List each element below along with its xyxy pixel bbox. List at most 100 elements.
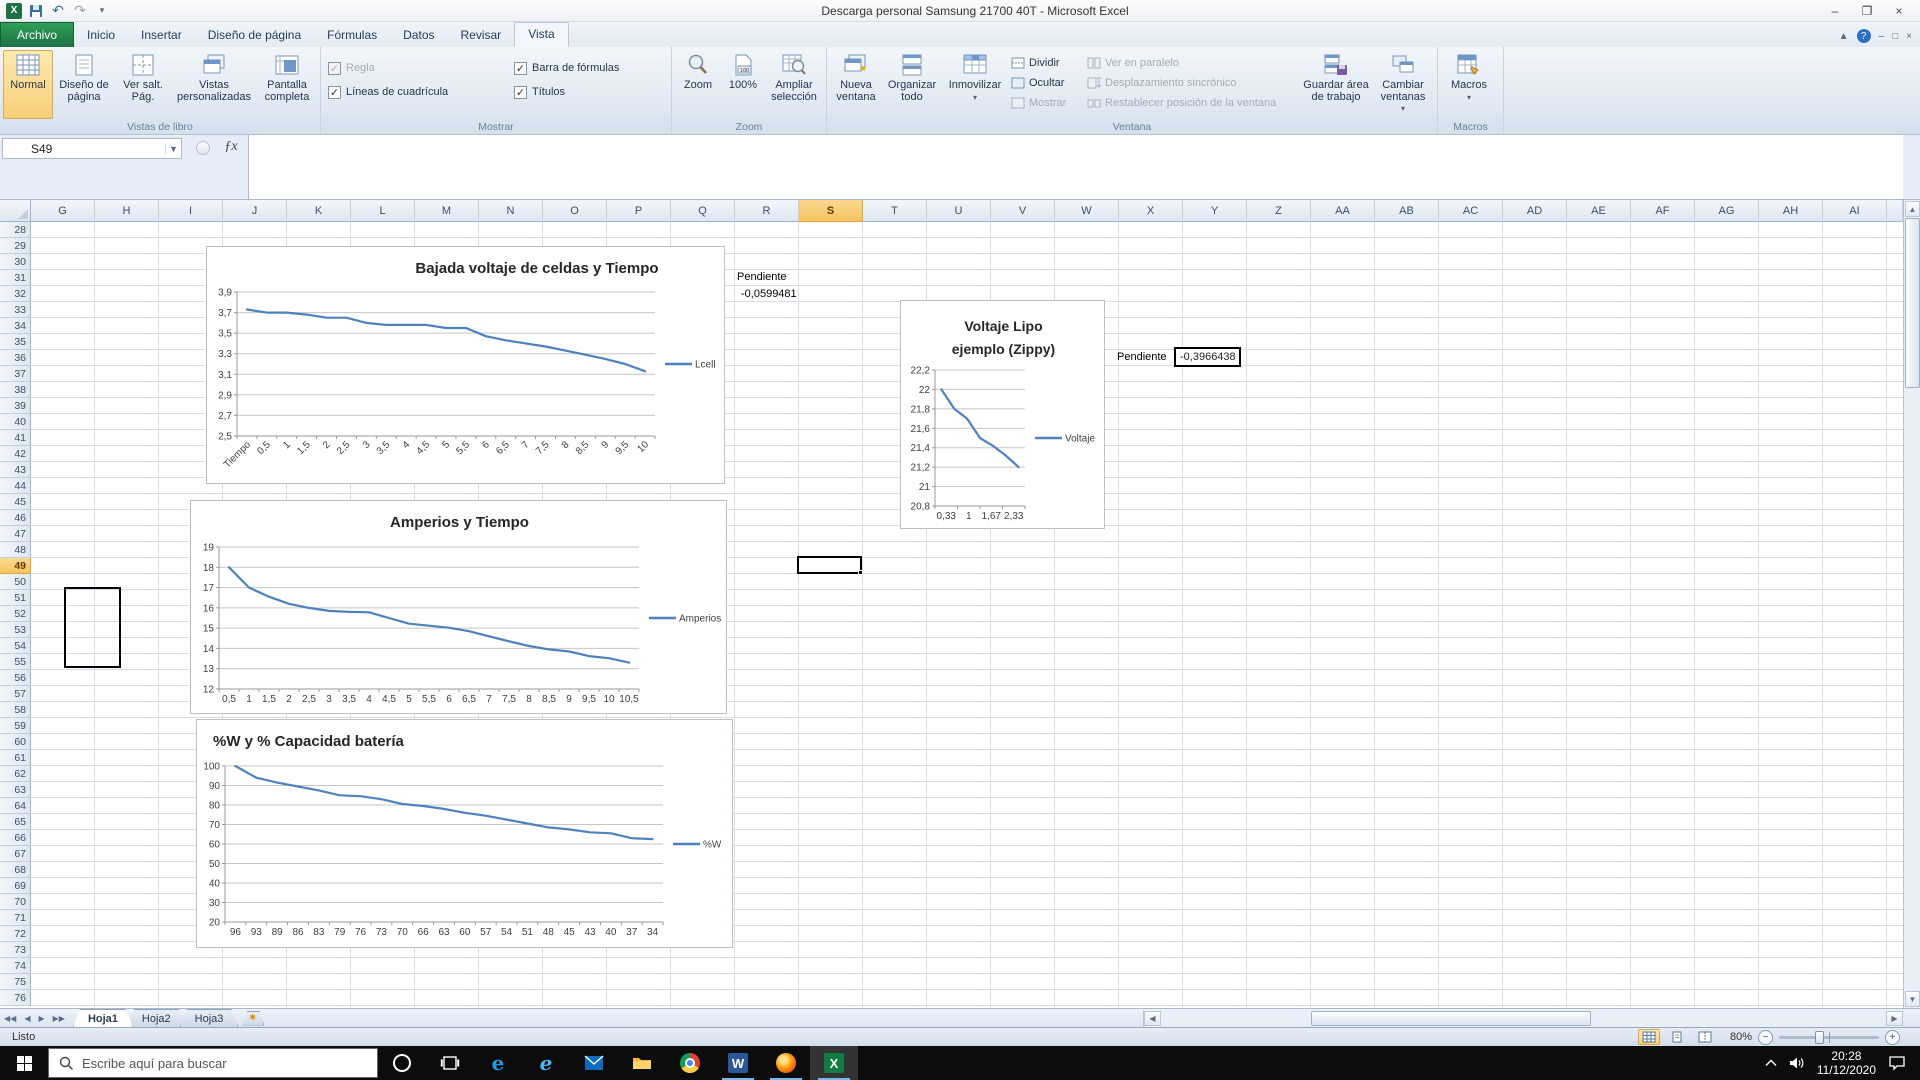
ie-icon[interactable]: e <box>522 1046 570 1080</box>
next-sheet-icon[interactable]: ▶ <box>34 1014 48 1023</box>
vertical-scroll-thumb[interactable] <box>1905 218 1920 388</box>
column-header-M[interactable]: M <box>415 200 479 222</box>
row-header-40[interactable]: 40 <box>0 414 31 430</box>
row-header-60[interactable]: 60 <box>0 734 31 750</box>
freeze-panes-button[interactable]: Inmovilizar ▾ <box>942 50 1008 119</box>
row-header-48[interactable]: 48 <box>0 542 31 558</box>
row-header-37[interactable]: 37 <box>0 366 31 382</box>
name-box[interactable]: S49 ▼ <box>2 138 182 159</box>
namebox-dropdown-icon[interactable]: ▼ <box>165 143 181 154</box>
undo-icon[interactable]: ↶ <box>50 2 66 19</box>
row-header-54[interactable]: 54 <box>0 638 31 654</box>
row-header-47[interactable]: 47 <box>0 526 31 542</box>
page-break-toggle[interactable] <box>1694 1029 1716 1045</box>
column-header-L[interactable]: L <box>351 200 415 222</box>
zoom-in-button[interactable]: + <box>1885 1029 1900 1045</box>
row-header-53[interactable]: 53 <box>0 622 31 638</box>
excel-app-icon[interactable]: X <box>6 2 22 19</box>
scroll-right-icon[interactable]: ▶ <box>1886 1010 1903 1026</box>
column-header-H[interactable]: H <box>95 200 159 222</box>
zoom-slider[interactable] <box>1779 1030 1879 1044</box>
synchronous-scrolling-button[interactable]: Desplazamiento sincrónico <box>1084 73 1300 92</box>
column-header-AA[interactable]: AA <box>1311 200 1375 222</box>
notification-icon[interactable] <box>1888 1055 1906 1071</box>
row-header-58[interactable]: 58 <box>0 702 31 718</box>
tab-f-rmulas[interactable]: Fórmulas <box>314 24 390 47</box>
row-header-33[interactable]: 33 <box>0 302 31 318</box>
start-button[interactable] <box>0 1046 48 1080</box>
firefox-icon[interactable] <box>762 1046 810 1080</box>
taskbar-search-input[interactable]: Escribe aquí para buscar <box>48 1048 378 1078</box>
column-header-U[interactable]: U <box>927 200 991 222</box>
row-header-56[interactable]: 56 <box>0 670 31 686</box>
restore-button[interactable]: ❐ <box>1852 2 1882 20</box>
tray-chevron-icon[interactable] <box>1765 1059 1777 1067</box>
row-header-70[interactable]: 70 <box>0 894 31 910</box>
row-header-52[interactable]: 52 <box>0 606 31 622</box>
excel-icon[interactable]: X <box>810 1046 858 1080</box>
zoom-button[interactable]: Zoom <box>675 50 721 119</box>
edge-icon[interactable]: e <box>474 1046 522 1080</box>
insert-worksheet-tab[interactable] <box>242 1011 264 1026</box>
cell-pendiente2-value[interactable]: -0,3966438 <box>1174 347 1241 367</box>
row-header-39[interactable]: 39 <box>0 398 31 414</box>
tab-dise-o-de-p-gina[interactable]: Diseño de página <box>195 24 314 47</box>
view-side-by-side-button[interactable]: Ver en paralelo <box>1084 53 1300 72</box>
last-sheet-icon[interactable]: ▶▶ <box>49 1014 69 1023</box>
row-header-75[interactable]: 75 <box>0 974 31 990</box>
unhide-button[interactable]: Mostrar <box>1008 93 1084 112</box>
mail-icon[interactable] <box>570 1046 618 1080</box>
column-header-AI[interactable]: AI <box>1823 200 1887 222</box>
bordered-range-G37-G41[interactable] <box>64 587 121 668</box>
column-header-N[interactable]: N <box>479 200 543 222</box>
normal-view-button[interactable]: Normal <box>3 50 53 119</box>
help-icon[interactable]: ? <box>1856 29 1871 43</box>
chart-voltaje-lipo[interactable]: 22,2 22 21,8 21,6 21,4 21,2 21 20,8 0,33 1 1,67 2,3… <box>900 300 1105 529</box>
column-header-G[interactable]: G <box>31 200 95 222</box>
save-icon[interactable] <box>28 3 44 19</box>
scroll-left-icon[interactable]: ◀ <box>1144 1010 1161 1026</box>
column-header-Q[interactable]: Q <box>671 200 735 222</box>
row-header-61[interactable]: 61 <box>0 750 31 766</box>
row-header-64[interactable]: 64 <box>0 798 31 814</box>
row-header-68[interactable]: 68 <box>0 862 31 878</box>
column-header-Z[interactable]: Z <box>1247 200 1311 222</box>
insert-function-button[interactable]: ƒx <box>218 139 244 158</box>
row-header-62[interactable]: 62 <box>0 766 31 782</box>
task-view-icon[interactable] <box>426 1046 474 1080</box>
zoom-selection-button[interactable]: Ampliar selección <box>765 50 823 119</box>
row-header-63[interactable]: 63 <box>0 782 31 798</box>
chart-amperios-tiempo[interactable]: 19 18 17 16 15 14 13 12 0,5 1 1,5 2 2,5 3 3,5 4 4,5 5 5,5 6… <box>190 500 727 714</box>
sheet-tab-hoja2[interactable]: Hoja2 <box>127 1009 186 1027</box>
column-header-AC[interactable]: AC <box>1439 200 1503 222</box>
minimize-ribbon-icon[interactable]: ▲ <box>1839 31 1849 42</box>
close-button[interactable]: × <box>1884 2 1914 20</box>
row-header-32[interactable]: 32 <box>0 286 31 302</box>
selected-cell-S49[interactable] <box>797 556 863 575</box>
row-header-51[interactable]: 51 <box>0 590 31 606</box>
row-header-46[interactable]: 46 <box>0 510 31 526</box>
column-header-AB[interactable]: AB <box>1375 200 1439 222</box>
tab-archivo[interactable]: Archivo <box>0 22 75 47</box>
row-header-69[interactable]: 69 <box>0 878 31 894</box>
row-header-74[interactable]: 74 <box>0 958 31 974</box>
fill-handle[interactable] <box>858 570 863 575</box>
hide-button[interactable]: Ocultar <box>1008 73 1084 92</box>
horizontal-scrollbar[interactable]: ◀ ▶ <box>1143 1009 1903 1027</box>
row-header-50[interactable]: 50 <box>0 574 31 590</box>
column-header-AD[interactable]: AD <box>1503 200 1567 222</box>
row-header-42[interactable]: 42 <box>0 446 31 462</box>
row-header-35[interactable]: 35 <box>0 334 31 350</box>
zoom-out-button[interactable]: − <box>1758 1029 1773 1045</box>
new-window-button[interactable]: Nueva ventana <box>830 50 882 119</box>
checkbox-titulos[interactable]: ✓ Títulos <box>514 85 664 99</box>
row-header-65[interactable]: 65 <box>0 814 31 830</box>
row-header-72[interactable]: 72 <box>0 926 31 942</box>
row-header-67[interactable]: 67 <box>0 846 31 862</box>
row-header-30[interactable]: 30 <box>0 254 31 270</box>
row-header-71[interactable]: 71 <box>0 910 31 926</box>
cortana-icon[interactable] <box>378 1046 426 1080</box>
row-header-76[interactable]: 76 <box>0 990 31 1006</box>
formula-input[interactable] <box>248 135 1903 199</box>
scroll-down-icon[interactable]: ▼ <box>1905 991 1920 1007</box>
